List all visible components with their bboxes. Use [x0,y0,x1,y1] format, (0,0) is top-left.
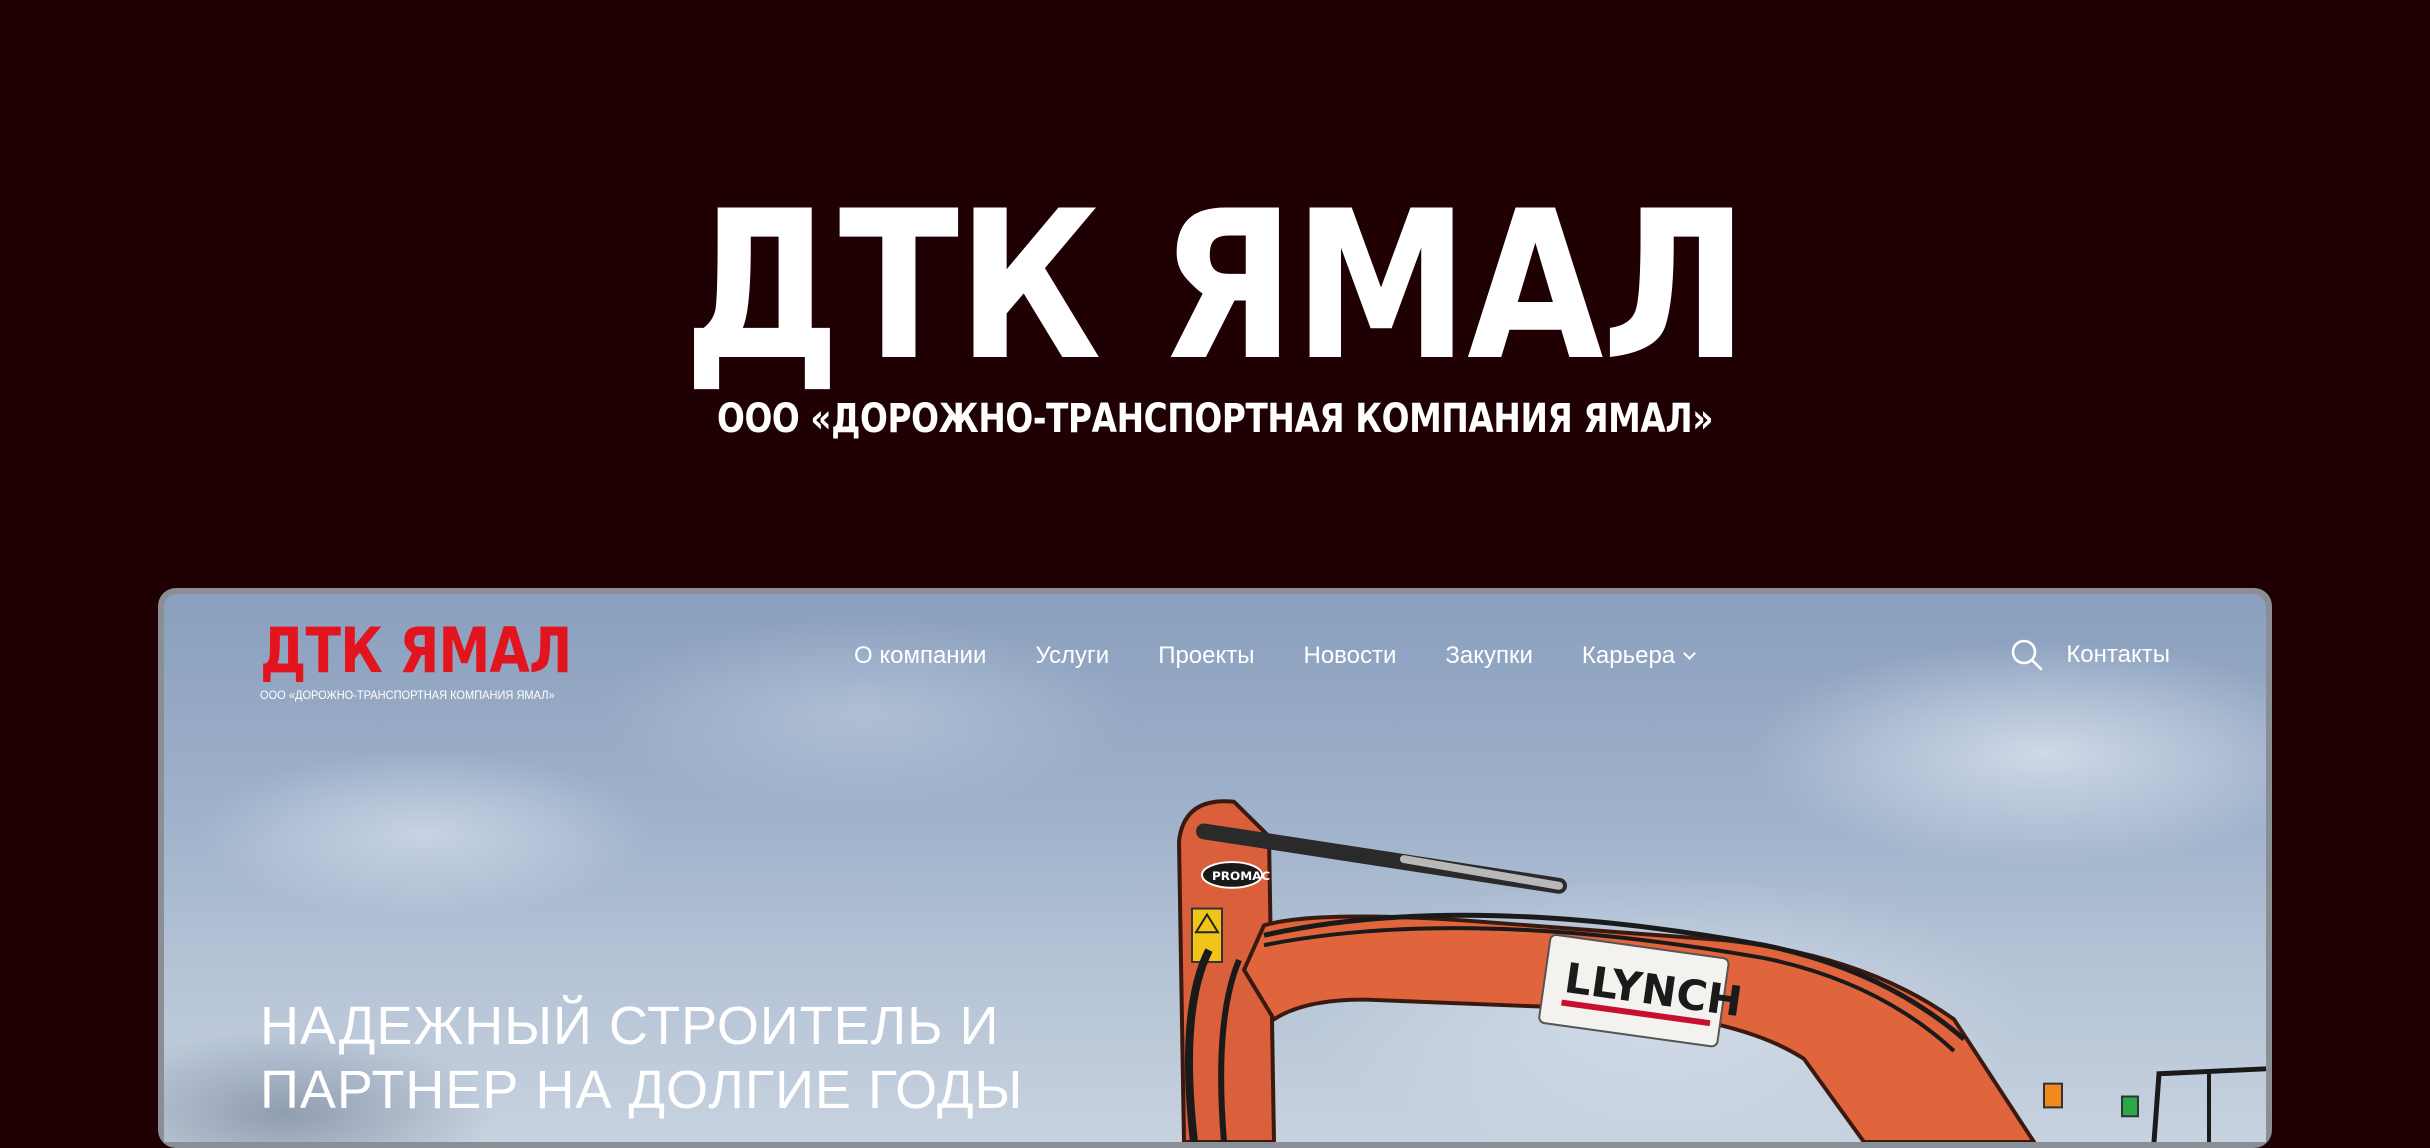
website-hero: LLYNCH PROMAC ДТК ЯМАЛ ООО «ДОРОЖНО-ТРАН… [164,594,2266,1142]
excavator-badge-label: PROMAC [1212,869,1270,883]
nav-item-procurement[interactable]: Закупки [1445,642,1533,670]
nav-item-label: Услуги [1035,642,1110,669]
search-icon[interactable] [2010,638,2044,672]
page-subtitle: ООО «ДОРОЖНО-ТРАНСПОРТНАЯ КОМПАНИЯ ЯМАЛ» [716,396,1714,442]
tagline-line-2: ПАРТНЕР НА ДОЛГИЕ ГОДЫ [260,1060,1024,1120]
chevron-down-icon [1683,647,1697,660]
logo[interactable]: ДТК ЯМАЛ ООО «ДОРОЖНО-ТРАНСПОРТНАЯ КОМПА… [260,614,631,703]
nav-item-news[interactable]: Новости [1304,642,1397,670]
logo-title: ДТК ЯМАЛ [260,614,572,687]
logo-subtitle: ООО «ДОРОЖНО-ТРАНСПОРТНАЯ КОМПАНИЯ ЯМАЛ» [260,688,555,702]
main-nav: О компании Услуги Проекты Новости Закупк… [854,642,1697,670]
nav-item-projects[interactable]: Проекты [1158,642,1254,670]
nav-item-label: Проекты [1158,642,1255,669]
nav-item-label: Новости [1303,642,1397,669]
tagline-line-1: НАДЕЖНЫЙ СТРОИТЕЛЬ И [260,996,1000,1056]
nav-item-about[interactable]: О компании [854,642,986,670]
hero-tagline: НАДЕЖНЫЙ СТРОИТЕЛЬ И ПАРТНЕР НА ДОЛГИЕ Г… [260,994,1023,1122]
website-preview-frame: LLYNCH PROMAC ДТК ЯМАЛ ООО «ДОРОЖНО-ТРАН… [158,588,2272,1148]
nav-item-label: Закупки [1445,642,1533,669]
nav-item-career[interactable]: Карьера [1581,642,1697,670]
excavator-brand-label: LLYNCH [1562,953,1746,1026]
nav-item-services[interactable]: Услуги [1035,642,1109,670]
header-tools: Контакты [2010,638,2170,672]
page-title: ДТК ЯМАЛ [683,168,1748,406]
nav-item-label: О компании [854,642,987,669]
contacts-link[interactable]: Контакты [2066,641,2170,669]
nav-item-label: Карьера [1581,642,1676,669]
